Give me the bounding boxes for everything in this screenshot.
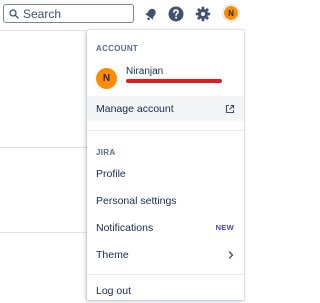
top-navigation-bar: N xyxy=(0,0,244,30)
user-name: Niranjan xyxy=(126,66,164,77)
profile-avatar-button[interactable]: N xyxy=(223,5,239,21)
search-icon xyxy=(9,8,19,19)
page-divider xyxy=(0,232,87,233)
page-divider xyxy=(0,30,87,31)
log-out-label: Log out xyxy=(96,284,132,297)
menu-divider xyxy=(87,130,244,131)
new-badge: NEW xyxy=(215,223,234,232)
help-button[interactable] xyxy=(167,5,185,23)
personal-settings-item[interactable]: Personal settings xyxy=(87,188,244,213)
profile-item[interactable]: Profile xyxy=(87,161,244,186)
account-section-label: ACCOUNT xyxy=(96,44,139,53)
theme-label: Theme xyxy=(96,248,129,261)
manage-account-label: Manage account xyxy=(96,102,174,115)
profile-dropdown-menu: ACCOUNT N Niranjan Manage account JIRA P… xyxy=(87,30,244,300)
menu-divider xyxy=(87,274,244,275)
bell-icon xyxy=(144,8,156,21)
search-box[interactable] xyxy=(3,4,134,23)
page-divider xyxy=(0,147,87,148)
external-link-icon xyxy=(225,104,235,114)
profile-label: Profile xyxy=(96,167,126,180)
chevron-right-icon xyxy=(227,250,235,260)
personal-settings-label: Personal settings xyxy=(96,194,177,207)
notifications-label: Notifications xyxy=(96,221,154,234)
redacted-email xyxy=(126,79,222,83)
avatar: N xyxy=(96,68,117,89)
log-out-item[interactable]: Log out xyxy=(87,278,244,303)
jira-section-label: JIRA xyxy=(96,148,116,157)
notifications-button[interactable] xyxy=(142,5,160,23)
search-input[interactable] xyxy=(19,5,123,22)
help-icon xyxy=(168,6,184,22)
theme-item[interactable]: Theme xyxy=(87,242,244,267)
account-user-info: N Niranjan xyxy=(87,64,244,100)
gear-icon xyxy=(195,6,211,22)
settings-button[interactable] xyxy=(194,5,212,23)
manage-account-item[interactable]: Manage account xyxy=(87,96,244,121)
notifications-item[interactable]: Notifications NEW xyxy=(87,215,244,240)
